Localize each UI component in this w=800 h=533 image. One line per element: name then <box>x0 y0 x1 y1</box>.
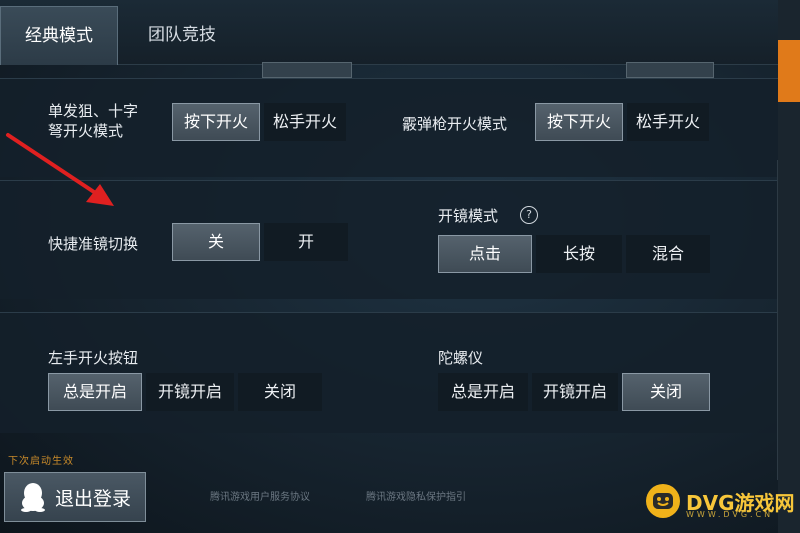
privacy-policy-link[interactable]: 腾讯游戏隐私保护指引 <box>366 488 466 503</box>
restart-notice: 下次启动生效 <box>8 456 74 467</box>
logout-button[interactable]: 退出登录 <box>4 472 146 522</box>
red-arrow-annotation <box>6 133 114 206</box>
smiley-icon <box>646 484 680 518</box>
watermark-logo: DVG游戏网 WWW.DVG.CN <box>646 484 795 519</box>
qq-penguin-icon <box>19 482 47 512</box>
watermark-url: WWW.DVG.CN <box>686 510 774 519</box>
logout-label: 退出登录 <box>55 487 132 510</box>
user-agreement-link[interactable]: 腾讯游戏用户服务协议 <box>210 488 310 503</box>
